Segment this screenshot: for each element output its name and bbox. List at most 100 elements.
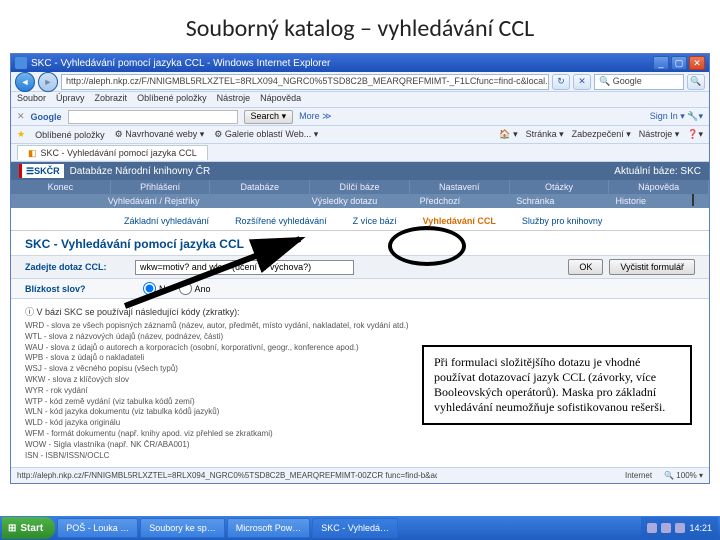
task-4-active[interactable]: SKC - Vyhledá… — [312, 518, 398, 538]
ccl-label: Zadejte dotaz CCL: — [25, 262, 135, 272]
windows-logo-icon: ⊞ — [8, 523, 16, 534]
subtab-ccl[interactable]: Vyhledávání CCL — [410, 212, 509, 230]
menu-file[interactable]: Soubor — [17, 93, 46, 106]
skc-nav-row1: Konec Přihlášení Databáze Dílčí báze Nas… — [11, 180, 709, 194]
favorites-label[interactable]: Oblíbené položky — [35, 130, 105, 140]
skc-nav-row2: Vyhledávání / Rejstříky Výsledky dotazu … — [11, 194, 709, 208]
nav-nastaveni[interactable]: Nastavení — [410, 180, 510, 194]
prox-no-radio[interactable] — [143, 282, 156, 295]
nav2-schranka[interactable]: Schránka — [488, 194, 583, 208]
menu-edit[interactable]: Úpravy — [56, 93, 85, 106]
tray-icon — [675, 523, 685, 533]
status-url: http://aleph.nkp.cz/F/NNIGMBL5RLXZTEL=8R… — [17, 471, 437, 480]
menu-favorites[interactable]: Oblíbené položky — [137, 93, 207, 106]
task-3[interactable]: Microsoft Pow… — [227, 518, 311, 538]
ccl-input[interactable] — [135, 260, 354, 275]
help-menu[interactable]: ❓▾ — [687, 129, 703, 140]
google-toolbar: ✕ Google Search ▾ More ≫ Sign In ▾ 🔧▾ — [11, 108, 709, 126]
nav-databaze[interactable]: Databáze — [210, 180, 310, 194]
annotation-callout: Při formulaci složitějšího dotazu je vho… — [422, 345, 692, 425]
nav-konec[interactable]: Konec — [11, 180, 111, 194]
nav2-historie[interactable]: Historie — [584, 194, 679, 208]
code-line: WRD - slova ze všech popisných záznamů (… — [25, 321, 695, 332]
tab-label: SKC - Vyhledávání pomocí jazyka CCL — [41, 148, 197, 158]
task-2[interactable]: Soubory ke sp… — [140, 518, 225, 538]
ie-status-bar: http://aleph.nkp.cz/F/NNIGMBL5RLXZTEL=8R… — [11, 467, 709, 483]
home-button[interactable]: 🏠 ▾ — [499, 129, 517, 140]
search-subtabs: Základní vyhledávání Rozšířené vyhledává… — [11, 208, 709, 231]
clear-button[interactable]: Vyčistit formulář — [609, 259, 695, 275]
prox-yes-label: Ano — [195, 284, 211, 294]
code-line: WTL - slova z názvových údajů (název, po… — [25, 332, 695, 343]
prox-no-label: Ne — [159, 284, 171, 294]
forward-button[interactable]: ► — [38, 72, 58, 92]
tray-icon — [661, 523, 671, 533]
task-1[interactable]: POŠ - Louka … — [57, 518, 138, 538]
menu-help[interactable]: Nápověda — [260, 93, 301, 106]
google-search-input[interactable] — [68, 110, 238, 124]
subtab-multi[interactable]: Z více bází — [340, 212, 410, 230]
nav-otazky[interactable]: Otázky — [510, 180, 610, 194]
window-title: SKC - Vyhledávání pomocí jazyka CCL - Wi… — [31, 58, 330, 69]
slide-title: Souborný katalog – vyhledávání CCL — [0, 0, 720, 53]
google-signin[interactable]: Sign In ▾ 🔧▾ — [650, 111, 703, 122]
ie-titlebar: SKC - Vyhledávání pomocí jazyka CCL - Wi… — [11, 54, 709, 72]
close-button[interactable]: ✕ — [689, 56, 705, 70]
nav2-vyhledavani[interactable]: Vyhledávání / Rejstříky — [106, 194, 201, 208]
google-more[interactable]: More ≫ — [299, 111, 331, 122]
start-label: Start — [20, 523, 43, 534]
menu-tools[interactable]: Nástroje — [217, 93, 251, 106]
nav-prihlaseni[interactable]: Přihlášení — [111, 180, 211, 194]
subtab-basic[interactable]: Základní vyhledávání — [111, 212, 222, 230]
google-search-button[interactable]: Search ▾ — [244, 110, 294, 124]
fav-item-2[interactable]: ⚙ Galerie oblastí Web... ▾ — [214, 129, 318, 140]
current-base: Aktuální báze: SKC — [614, 166, 701, 177]
tray-icon — [647, 523, 657, 533]
subtab-services[interactable]: Služby pro knihovny — [509, 212, 616, 230]
code-line: ISN - ISBN/ISSN/OCLC — [25, 451, 695, 462]
status-zone: Internet — [625, 471, 652, 480]
skc-header-title: Databáze Národní knihovny ČR — [70, 166, 211, 177]
safety-menu[interactable]: Zabezpečení ▾ — [572, 129, 631, 140]
refresh-button[interactable]: ↻ — [552, 74, 570, 90]
start-button[interactable]: ⊞ Start — [2, 517, 55, 539]
ie-menu-bar: Soubor Úpravy Zobrazit Oblíbené položky … — [11, 92, 709, 108]
windows-taskbar: ⊞ Start POŠ - Louka … Soubory ke sp… Micr… — [0, 516, 720, 540]
tools-menu[interactable]: Nástroje ▾ — [639, 129, 680, 140]
favorites-bar: ★ Oblíbené položky ⚙ Navrhované weby ▾ ⚙… — [11, 126, 709, 144]
stop-button[interactable]: ✕ — [573, 74, 591, 90]
code-line: WFM - formát dokumentu (např. knihy apod… — [25, 429, 695, 440]
tab-strip: ◧ SKC - Vyhledávání pomocí jazyka CCL — [11, 144, 709, 162]
ok-button[interactable]: OK — [568, 259, 603, 275]
page-menu[interactable]: Stránka ▾ — [526, 129, 564, 140]
nav2-vysledky[interactable]: Výsledky dotazu — [297, 194, 392, 208]
minimize-button[interactable]: _ — [653, 56, 669, 70]
nav2-predchozi[interactable]: Předchozí — [393, 194, 488, 208]
back-button[interactable]: ◄ — [15, 72, 35, 92]
clock: 14:21 — [689, 523, 712, 533]
flag-button[interactable] — [679, 194, 709, 208]
google-label: Google — [31, 112, 62, 122]
codes-intro: ⓘ V bázi SKC se používají následující kó… — [11, 299, 709, 321]
uk-flag-icon — [692, 194, 694, 206]
status-zoom[interactable]: 🔍 100% ▾ — [664, 471, 703, 480]
menu-view[interactable]: Zobrazit — [95, 93, 128, 106]
system-tray[interactable]: 14:21 — [641, 517, 718, 539]
subtab-advanced[interactable]: Rozšířené vyhledávání — [222, 212, 340, 230]
ie-icon — [15, 57, 27, 69]
nav-dilci[interactable]: Dílčí báze — [310, 180, 410, 194]
search-box[interactable]: 🔍 Google — [594, 74, 684, 90]
star-icon[interactable]: ★ — [17, 129, 25, 140]
proximity-row: Blízkost slov? Ne Ano — [11, 279, 709, 299]
nav2-0 — [11, 194, 106, 208]
maximize-button[interactable]: ▢ — [671, 56, 687, 70]
fav-item-1[interactable]: ⚙ Navrhované weby ▾ — [115, 129, 205, 140]
nav-napoveda[interactable]: Nápověda — [609, 180, 709, 194]
nav2-2 — [202, 194, 297, 208]
page-heading: SKC - Vyhledávání pomocí jazyka CCL — [11, 231, 709, 255]
search-go-button[interactable]: 🔍 — [687, 74, 705, 90]
address-bar[interactable]: http://aleph.nkp.cz/F/NNIGMBL5RLXZTEL=8R… — [61, 74, 549, 90]
skc-logo: ☰SKČR — [19, 164, 64, 178]
prox-yes-radio[interactable] — [179, 282, 192, 295]
browser-tab[interactable]: ◧ SKC - Vyhledávání pomocí jazyka CCL — [17, 145, 208, 160]
